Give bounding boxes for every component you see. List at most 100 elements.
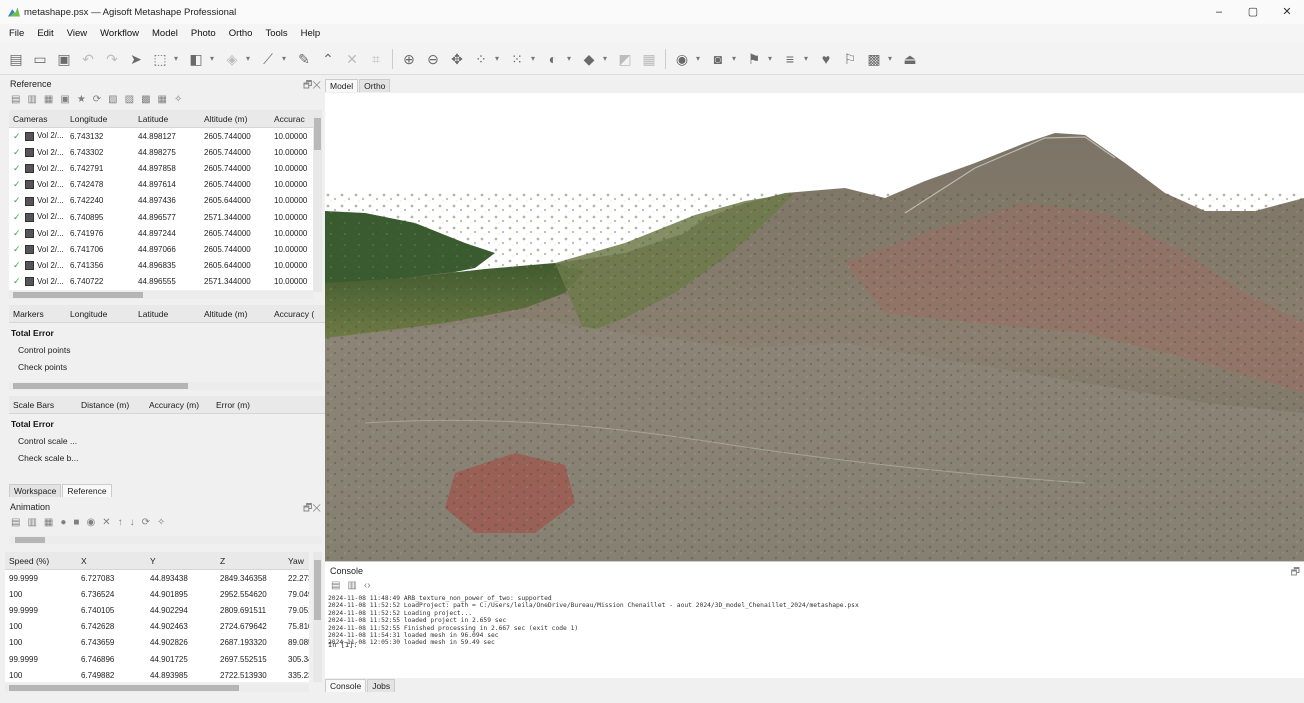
view-source-icon[interactable]: ▧ (108, 95, 117, 105)
chevron-down-icon[interactable]: ▾ (170, 49, 182, 69)
orthomosaic-icon[interactable]: ▦ (639, 49, 659, 69)
animation-hscrollbar[interactable] (5, 684, 309, 692)
open-track-icon[interactable]: ▥ (27, 518, 36, 528)
markers-check-points[interactable]: Check points (18, 362, 67, 372)
record-icon[interactable]: ● (60, 518, 66, 528)
checkbox-checked-icon[interactable]: ✓ (9, 163, 21, 174)
cameras-icon[interactable]: ◉ (672, 49, 692, 69)
delete-selection-icon[interactable]: ✕ (342, 49, 362, 69)
refresh-icon[interactable]: ⟳ (142, 518, 150, 528)
new-track-icon[interactable]: ▤ (11, 518, 20, 528)
scrollbar-thumb[interactable] (314, 560, 321, 620)
table-row[interactable]: 100 6.743659 44.902826 2687.193320 89.085 (5, 635, 309, 651)
table-row[interactable]: 99.9999 6.740105 44.902294 2809.691511 79.05… (5, 602, 309, 618)
cameras-scrollbar[interactable] (313, 110, 322, 292)
chevron-down-icon[interactable]: ▾ (800, 49, 812, 69)
convert-icon[interactable]: ▦ (44, 95, 53, 105)
terrain-3d-model[interactable] (325, 93, 1304, 561)
markers-icon[interactable]: ⚑ (744, 49, 764, 69)
tiled-model-icon[interactable]: ◆ (579, 49, 599, 69)
scalebars-control-scale[interactable]: Control scale ... (18, 436, 77, 446)
table-row[interactable]: 99.9999 6.727083 44.893438 2849.346358 22.27… (5, 570, 309, 586)
add-keyframe-icon[interactable]: ◉ (86, 518, 95, 528)
table-row[interactable]: ✓ Vol 2/... 6.740722 44.896555 2571.344000 10… (9, 274, 313, 290)
table-row[interactable]: ✓ Vol 2/... 6.742791 44.897858 2605.744000 10… (9, 160, 313, 176)
rotate-region-icon[interactable]: ◈ (222, 49, 242, 69)
markers-hscrollbar[interactable] (9, 382, 322, 390)
settings-icon[interactable]: ✧ (157, 518, 165, 528)
view-errors-icon[interactable]: ▩ (141, 95, 150, 105)
checkbox-checked-icon[interactable]: ✓ (9, 244, 21, 255)
resize-region-icon[interactable]: ◧ (186, 49, 206, 69)
model-viewport[interactable] (325, 93, 1304, 561)
animation-top-scrollbar[interactable] (9, 536, 322, 544)
tab-model[interactable]: Model (325, 79, 359, 92)
image-icon[interactable]: ▩ (864, 49, 884, 69)
import-icon[interactable]: ▤ (11, 95, 20, 105)
table-row[interactable]: 100 6.736524 44.901895 2952.554620 79.049 (5, 586, 309, 602)
tab-ortho[interactable]: Ortho (359, 79, 391, 92)
crop-selection-icon[interactable]: ⌗ (366, 49, 386, 69)
chevron-down-icon[interactable]: ▾ (884, 49, 896, 69)
chevron-down-icon[interactable]: ▾ (563, 49, 575, 69)
checkbox-checked-icon[interactable]: ✓ (9, 228, 21, 239)
export-icon[interactable]: ▥ (27, 95, 36, 105)
delete-keyframe-icon[interactable]: ✕ (102, 518, 110, 528)
checkbox-checked-icon[interactable]: ✓ (9, 179, 21, 190)
menu-model[interactable]: Model (152, 28, 178, 39)
table-row[interactable]: ✓ Vol 2/... 6.740895 44.896577 2571.344000 10… (9, 209, 313, 225)
animation-scrollbar[interactable] (313, 552, 322, 682)
tab-workspace[interactable]: Workspace (9, 484, 62, 497)
optimize-icon[interactable]: ▣ (60, 95, 69, 105)
chevron-down-icon[interactable]: ▾ (278, 49, 290, 69)
menu-help[interactable]: Help (301, 28, 321, 39)
zoom-out-icon[interactable]: ⊖ (423, 49, 443, 69)
markers-control-points[interactable]: Control points (18, 345, 70, 355)
redo-icon[interactable]: ↷ (102, 49, 122, 69)
view-estimated-icon[interactable]: ▨ (125, 95, 134, 105)
minimize-button[interactable]: – (1202, 0, 1236, 24)
draw-polyline-icon[interactable]: ✎ (294, 49, 314, 69)
save-track-icon[interactable]: ▦ (44, 518, 53, 528)
scalebars-check-scale[interactable]: Check scale b... (18, 453, 78, 463)
chevron-down-icon[interactable]: ▾ (599, 49, 611, 69)
settings-icon[interactable]: ✧ (174, 95, 182, 105)
console-input-prompt[interactable]: In [1]: (328, 641, 358, 649)
table-row[interactable]: ✓ Vol 2/... 6.741706 44.897066 2605.744000 10… (9, 241, 313, 257)
scrollbar-thumb[interactable] (13, 292, 143, 298)
table-row[interactable]: ✓ Vol 2/... 6.742240 44.897436 2605.644000 10… (9, 193, 313, 209)
menu-view[interactable]: View (67, 28, 87, 39)
tab-console[interactable]: Console (325, 679, 367, 692)
tab-reference[interactable]: Reference (62, 484, 112, 497)
checkbox-checked-icon[interactable]: ✓ (9, 260, 21, 271)
move-view-icon[interactable]: ✥ (447, 49, 467, 69)
ruler-icon[interactable]: ⟋ (258, 49, 278, 69)
shapes-icon[interactable]: ♥ (816, 49, 836, 69)
maximize-button[interactable]: ▢ (1236, 0, 1270, 24)
checkbox-checked-icon[interactable]: ✓ (9, 195, 21, 206)
save-log-icon[interactable]: ▤ (331, 581, 340, 591)
clear-log-icon[interactable]: ▥ (347, 581, 356, 591)
view-variance-icon[interactable]: ▦ (158, 95, 167, 105)
table-row[interactable]: 100 6.742628 44.902463 2724.679642 75.810 (5, 619, 309, 635)
table-row[interactable]: ✓ Vol 2/... 6.743132 44.898127 2605.744000 10… (9, 128, 313, 144)
checkbox-checked-icon[interactable]: ✓ (9, 147, 21, 158)
tab-jobs[interactable]: Jobs (367, 679, 396, 692)
star-icon[interactable]: ★ (77, 95, 86, 105)
scrollbar-thumb[interactable] (314, 118, 321, 150)
menu-workflow[interactable]: Workflow (100, 28, 139, 39)
refresh-icon[interactable]: ⟳ (93, 95, 101, 105)
menu-file[interactable]: File (9, 28, 24, 39)
flag-icon[interactable]: ⚐ (840, 49, 860, 69)
open-folder-icon[interactable]: ▭ (30, 49, 50, 69)
chevron-down-icon[interactable]: ▾ (728, 49, 740, 69)
chevron-down-icon[interactable]: ▾ (692, 49, 704, 69)
menu-edit[interactable]: Edit (37, 28, 53, 39)
scrollbar-thumb[interactable] (9, 685, 239, 691)
draw-line-icon[interactable]: ⌃ (318, 49, 338, 69)
chevron-down-icon[interactable]: ▾ (242, 49, 254, 69)
dense-cloud-icon[interactable]: ⁙ (507, 49, 527, 69)
script-icon[interactable]: ‹› (364, 581, 371, 591)
cameras-hscrollbar[interactable] (9, 291, 313, 299)
checkbox-checked-icon[interactable]: ✓ (9, 212, 21, 223)
